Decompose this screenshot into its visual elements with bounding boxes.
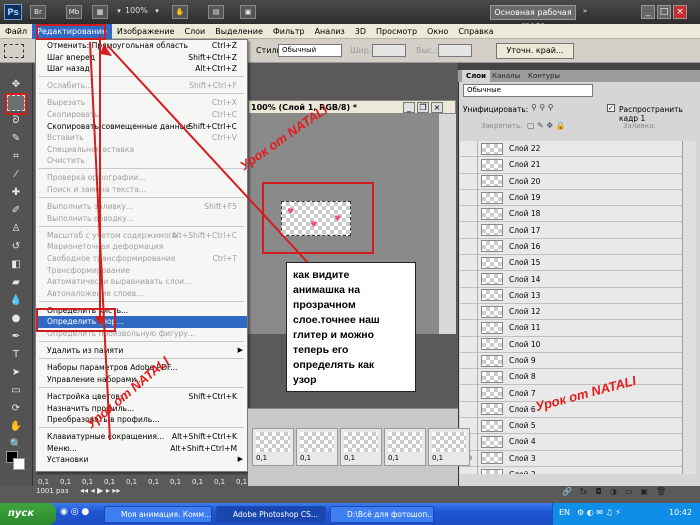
- photoshop-window: Ps Br Mb ▦ ▾ 100% ▾ ✋ ▤ ▣ Основная рабоч…: [0, 0, 700, 525]
- callout-line: узор: [293, 374, 317, 386]
- arrow-head: [100, 44, 112, 56]
- callout-line: глитер и можно: [293, 329, 375, 341]
- callout-line: прозрачном: [293, 299, 356, 311]
- callout-line: теперь его: [293, 344, 349, 356]
- annotation-callout: как видите анимашка на прозрачном слое.точн…: [286, 262, 416, 392]
- callout-line: слое.точнее наш: [293, 314, 380, 326]
- arrow-line: [107, 45, 311, 266]
- callout-line: анимашка на: [293, 284, 361, 296]
- callout-line: определять как: [293, 359, 375, 371]
- callout-line: как видите: [293, 269, 350, 281]
